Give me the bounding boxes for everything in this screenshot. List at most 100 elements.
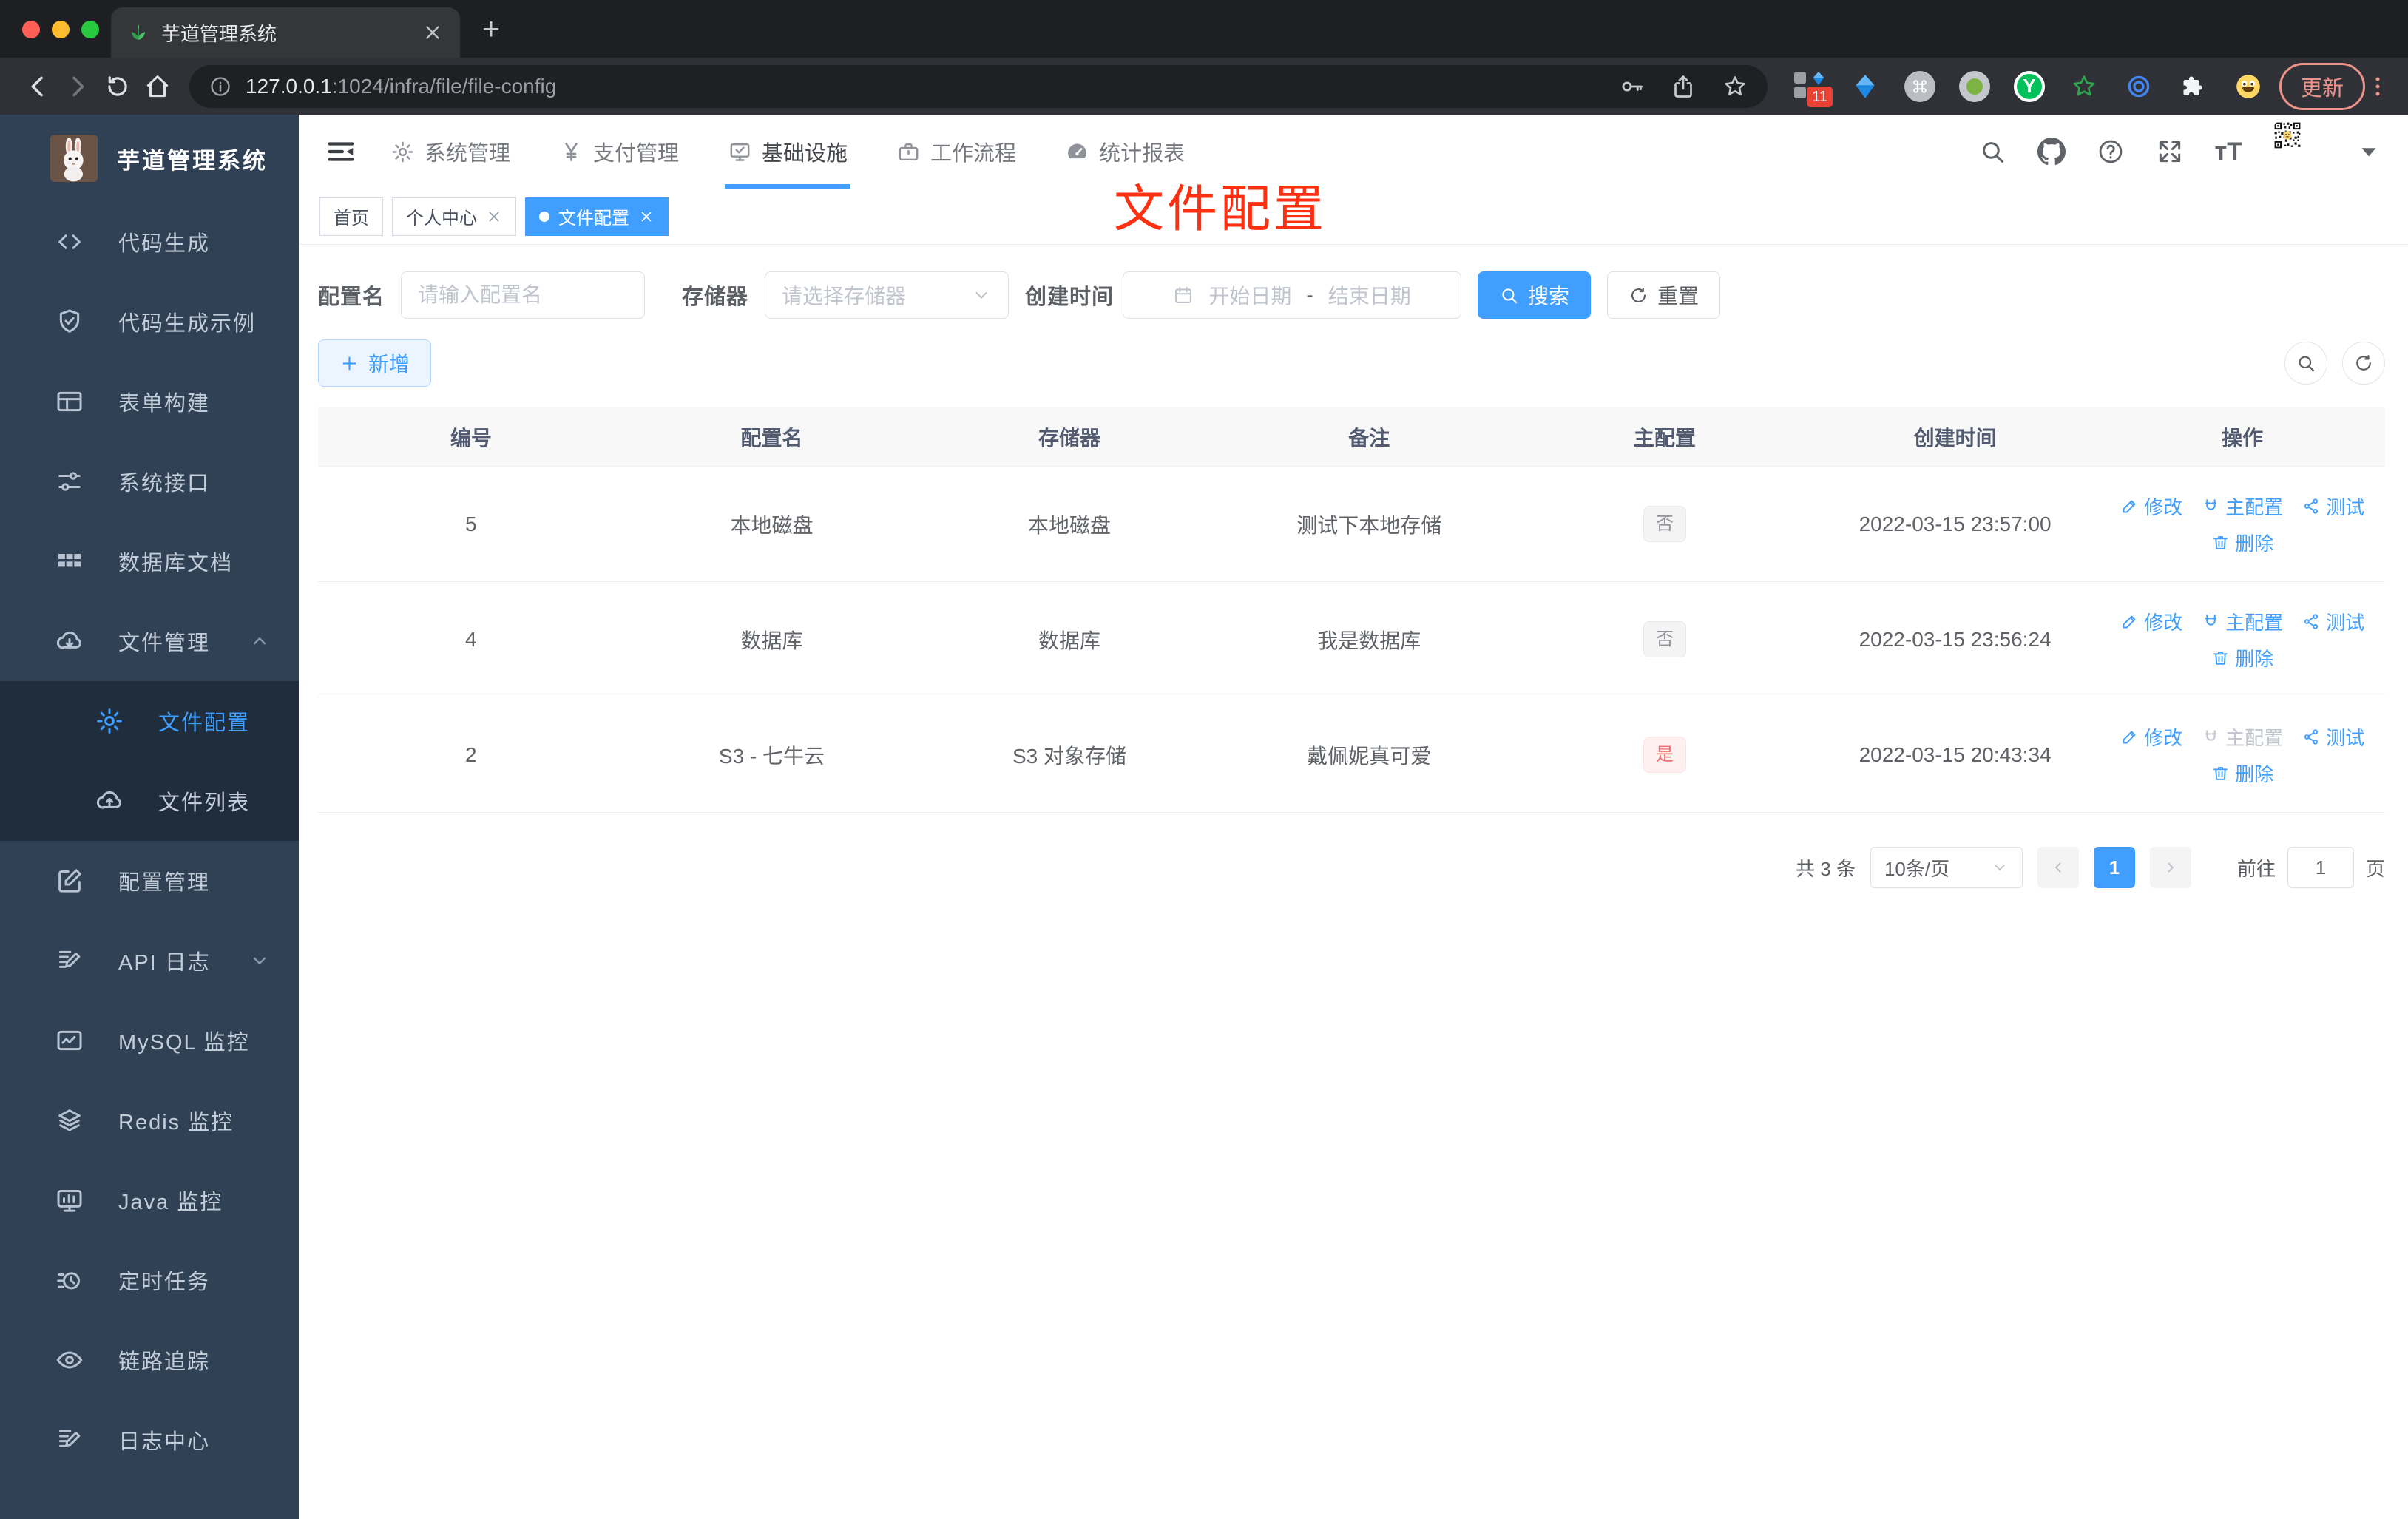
fullscreen-icon[interactable] (2156, 138, 2184, 166)
extension-dot-icon[interactable] (1958, 70, 1991, 103)
date-range-picker[interactable]: 开始日期 - 结束日期 (1123, 271, 1462, 319)
font-size-icon[interactable]: тT (2215, 138, 2242, 166)
sidebar-item-redis-monitor[interactable]: Redis 监控 (0, 1080, 299, 1160)
prev-page-button[interactable] (2037, 847, 2079, 888)
name-input[interactable] (418, 283, 629, 307)
toggle-search-button[interactable] (2284, 342, 2327, 385)
nav-infrastructure[interactable]: 基础设施 (725, 115, 851, 189)
header-search-icon[interactable] (1978, 138, 2006, 166)
edit-link[interactable]: 修改 (2120, 493, 2182, 520)
help-icon[interactable] (2097, 138, 2125, 166)
browser-menu-icon[interactable] (2365, 70, 2390, 103)
page-number-button[interactable]: 1 (2093, 847, 2135, 888)
user-caret-down-icon[interactable] (2355, 138, 2383, 166)
extension-y-icon[interactable]: Y (2013, 70, 2046, 103)
extension-kite-icon[interactable] (1849, 70, 1881, 103)
test-link[interactable]: 测试 (2302, 493, 2364, 520)
sidebar-item-api-log[interactable]: API 日志 (0, 921, 299, 1001)
sidebar-item-scheduled-task[interactable]: 定时任务 (0, 1240, 299, 1320)
sidebar-item-code-demo[interactable]: 代码生成示例 (0, 282, 299, 362)
table-toolbar: 新增 (318, 339, 2385, 387)
delete-link[interactable]: 删除 (2211, 760, 2273, 787)
sidebar-item-system-api[interactable]: 系统接口 (0, 442, 299, 521)
user-avatar-qr[interactable] (2273, 121, 2334, 182)
github-icon[interactable] (2037, 138, 2066, 166)
site-info-icon[interactable] (209, 75, 232, 98)
bookmark-star-icon[interactable] (1722, 73, 1748, 100)
master-link[interactable]: 主配置 (2202, 493, 2283, 520)
home-button[interactable] (138, 67, 177, 106)
nav-system-manage[interactable]: 系统管理 (390, 115, 510, 189)
sidebar-item-code-gen[interactable]: 代码生成 (0, 202, 299, 282)
tag-file-config[interactable]: 文件配置 (525, 197, 669, 236)
close-window-button[interactable] (22, 21, 40, 38)
chevron-left-icon (2049, 859, 2067, 876)
browser-update-button[interactable]: 更新 (2279, 62, 2365, 110)
close-icon[interactable] (638, 209, 655, 225)
sidebar-item-java-monitor[interactable]: Java 监控 (0, 1160, 299, 1240)
back-button[interactable] (18, 67, 58, 106)
edit-link[interactable]: 修改 (2120, 608, 2182, 635)
extension-blocks-icon[interactable]: 11 (1793, 70, 1833, 107)
sidebar-collapse-icon[interactable] (324, 135, 358, 169)
reload-button[interactable] (98, 67, 138, 106)
master-link[interactable]: 主配置 (2202, 608, 2283, 635)
app-title: 芋道管理系统 (117, 147, 268, 174)
sidebar-item-config-manage[interactable]: 配置管理 (0, 841, 299, 921)
browser-chrome: 芋道管理系统 + 127.0.0.1:1024/infra/file/file-… (0, 0, 2408, 115)
url-text[interactable]: 127.0.0.1:1024/infra/file/file-config (246, 75, 556, 98)
page-size-select[interactable]: 10条/页 (1870, 847, 2023, 888)
sidebar-item-file-config[interactable]: 文件配置 (0, 681, 299, 761)
add-button[interactable]: 新增 (318, 339, 432, 387)
master-tag-no: 否 (1643, 505, 1686, 543)
refresh-icon (2353, 353, 2374, 373)
next-page-button[interactable] (2149, 847, 2191, 888)
edit-link[interactable]: 修改 (2120, 723, 2182, 751)
sidebar-item-log-center[interactable]: 日志中心 (0, 1400, 299, 1480)
tab-close-icon[interactable] (422, 21, 444, 44)
sidebar-item-tracing[interactable]: 链路追踪 (0, 1320, 299, 1400)
sidebar-item-mysql-monitor[interactable]: MySQL 监控 (0, 1001, 299, 1080)
storage-select[interactable]: 请选择存储器 (765, 271, 1009, 319)
tag-profile[interactable]: 个人中心 (392, 197, 516, 236)
extension-star-icon[interactable] (2068, 70, 2100, 103)
reset-button[interactable]: 重置 (1607, 271, 1721, 319)
master-tag-yes: 是 (1643, 736, 1686, 774)
new-tab-button[interactable]: + (470, 8, 512, 50)
trash-icon (2211, 764, 2230, 782)
page-content: 配置名 存储器 请选择存储器 创建时间 开始日期 - 结束日期 (299, 245, 2408, 888)
forward-button[interactable] (58, 67, 98, 106)
extension-emoji-icon[interactable] (2232, 70, 2265, 103)
date-start[interactable]: 开始日期 (1208, 280, 1291, 310)
refresh-table-button[interactable] (2342, 342, 2385, 385)
password-key-icon[interactable] (1618, 73, 1645, 100)
extension-command-icon[interactable] (1904, 70, 1936, 103)
master-link-disabled: 主配置 (2202, 723, 2283, 751)
minimize-window-button[interactable] (52, 21, 70, 38)
test-link[interactable]: 测试 (2302, 608, 2364, 635)
sidebar-item-file-manage[interactable]: 文件管理 (0, 601, 299, 681)
sidebar-item-form-builder[interactable]: 表单构建 (0, 362, 299, 442)
close-icon[interactable] (486, 209, 502, 225)
search-button[interactable]: 搜索 (1478, 271, 1592, 319)
tag-home[interactable]: 首页 (319, 197, 383, 236)
date-end[interactable]: 结束日期 (1328, 280, 1411, 310)
sidebar-item-db-doc[interactable]: 数据库文档 (0, 521, 299, 601)
sidebar-item-file-list[interactable]: 文件列表 (0, 761, 299, 841)
share-icon[interactable] (1670, 73, 1697, 100)
goto-page-input[interactable] (2287, 847, 2354, 888)
zoom-window-button[interactable] (81, 21, 99, 38)
chevron-down-icon (971, 285, 992, 305)
nav-workflow[interactable]: 工作流程 (896, 115, 1016, 189)
extension-puzzle-icon[interactable] (2177, 70, 2210, 103)
pencil-icon (2120, 497, 2139, 515)
extension-spiral-icon[interactable] (2123, 70, 2155, 103)
browser-tab[interactable]: 芋道管理系统 (111, 7, 460, 58)
window-controls[interactable] (22, 21, 99, 38)
delete-link[interactable]: 删除 (2211, 529, 2273, 556)
nav-pay-manage[interactable]: 支付管理 (559, 115, 679, 189)
delete-link[interactable]: 删除 (2211, 644, 2273, 671)
logo-avatar (50, 135, 98, 182)
address-bar[interactable]: 127.0.0.1:1024/infra/file/file-config (189, 64, 1768, 108)
test-link[interactable]: 测试 (2302, 723, 2364, 751)
